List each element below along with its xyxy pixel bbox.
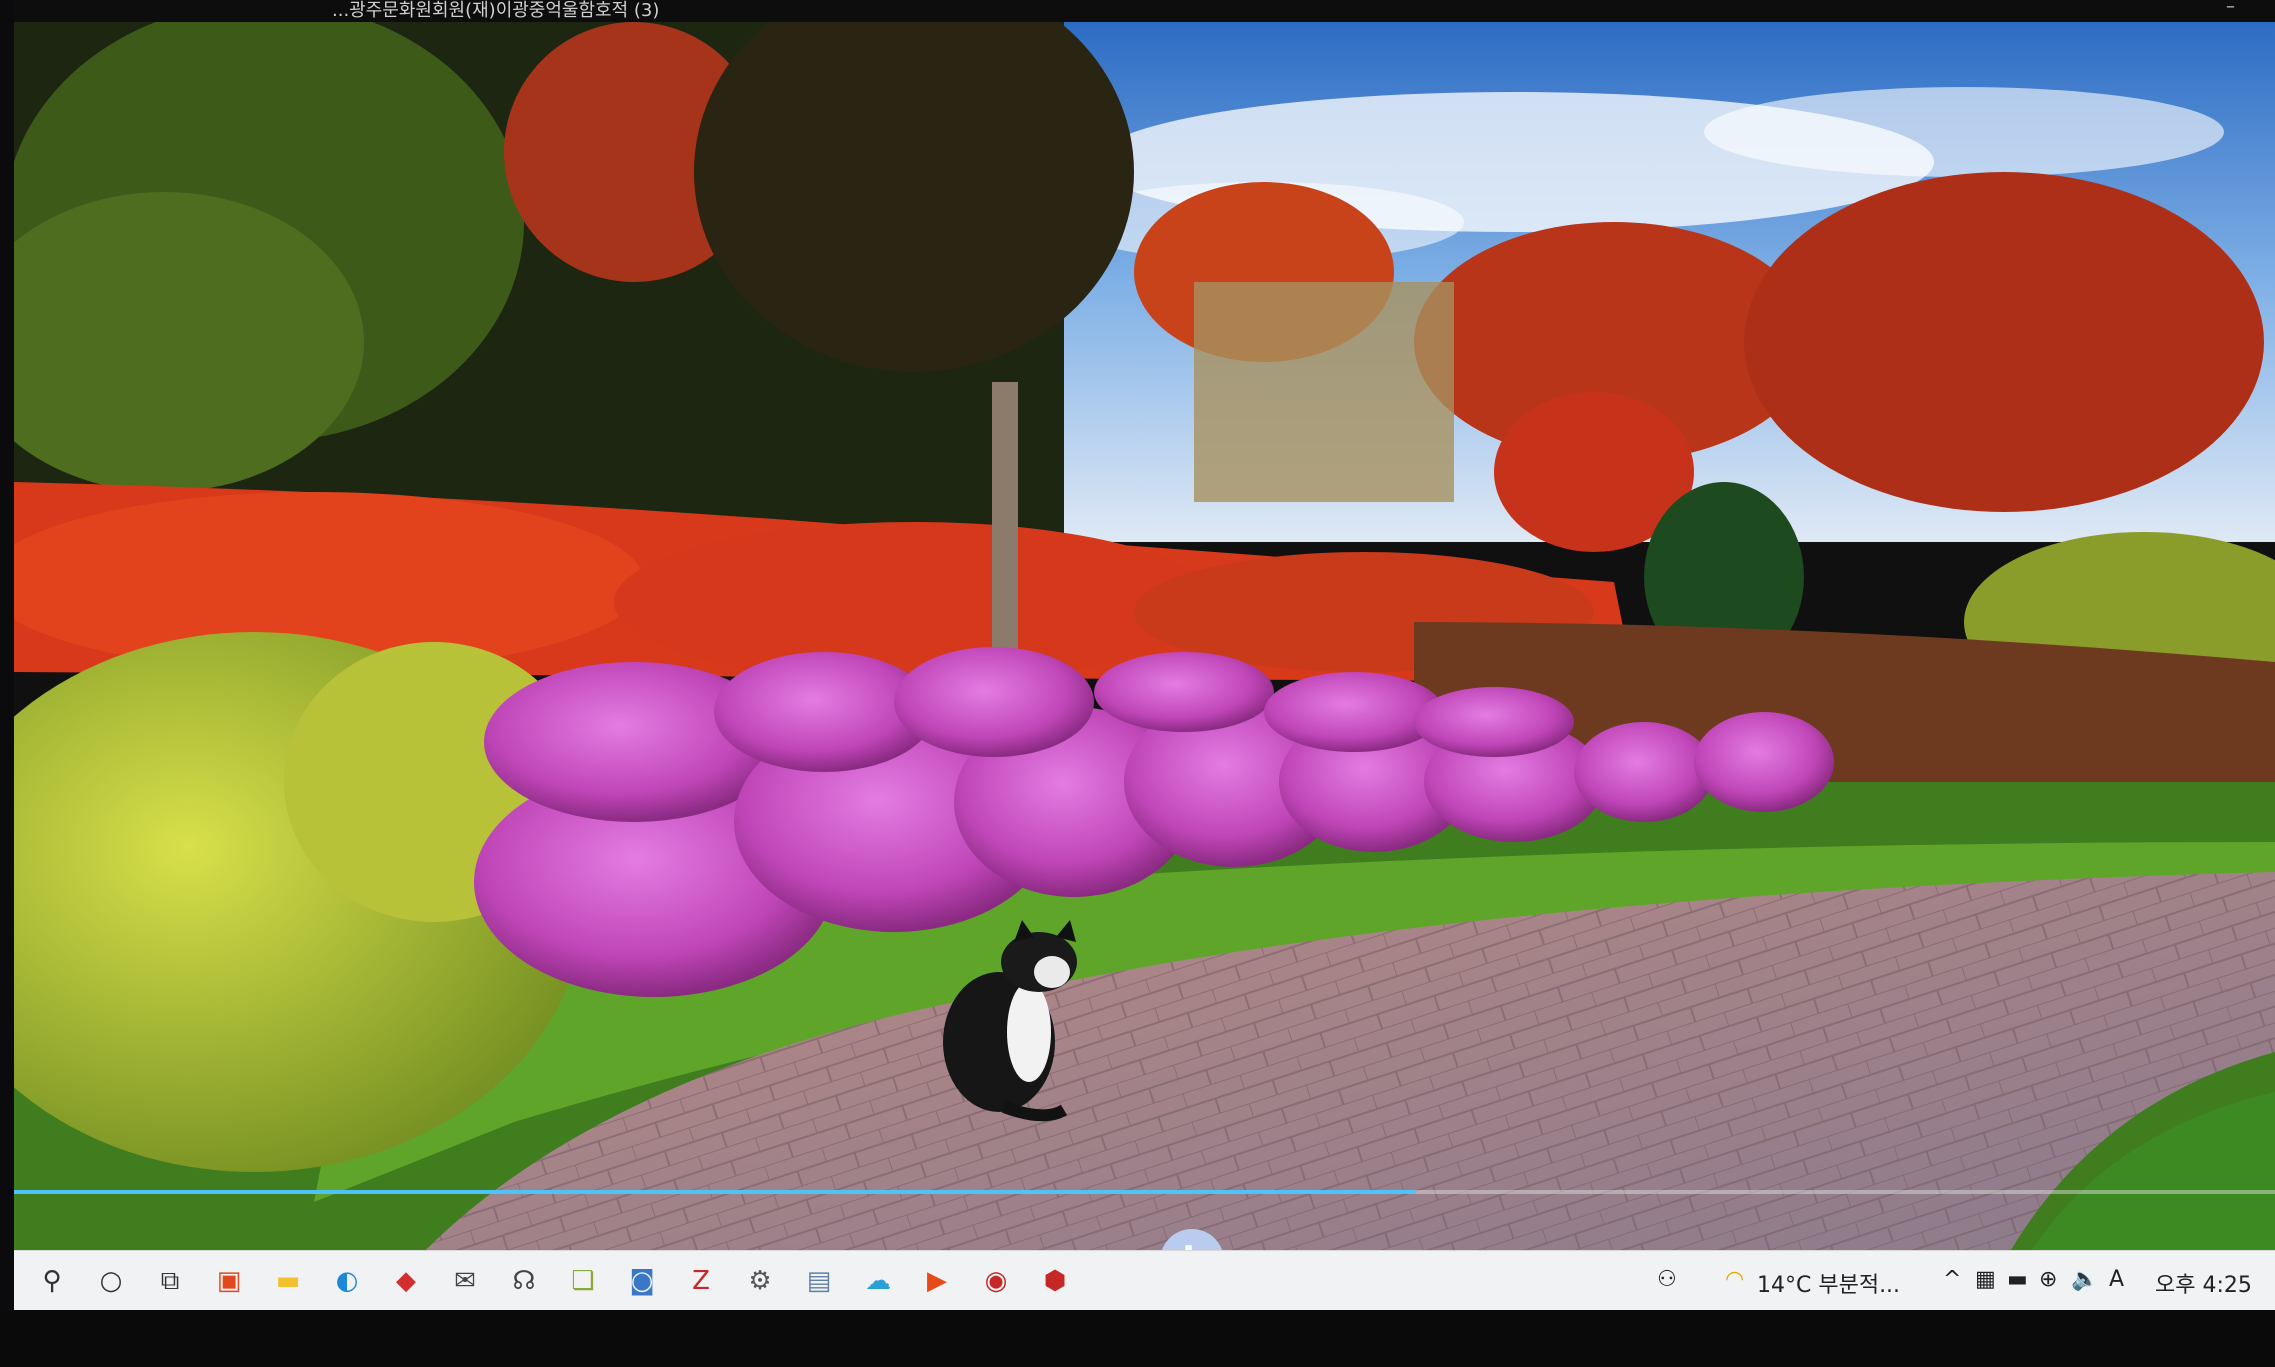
- tree-canopy-red: [1744, 172, 2264, 512]
- shield-app-icon[interactable]: ◆: [386, 1261, 426, 1301]
- pink-mum-bush: [1264, 672, 1444, 752]
- monitor-screen: ...광주문화원회원(재)이광중억울함호적 (3) – ⚲ ○ ⧉ ▣ ▬ ◐ …: [14, 0, 2275, 1310]
- red-flowers: [614, 522, 1214, 682]
- pink-mum-bush: [894, 647, 1094, 757]
- filezilla-icon[interactable]: Z: [681, 1261, 721, 1301]
- video-frame[interactable]: [14, 22, 2275, 1262]
- pink-mum-bush: [1414, 687, 1574, 757]
- cortana-icon[interactable]: ○: [91, 1261, 131, 1301]
- settings-app-icon[interactable]: ⚙: [740, 1261, 780, 1301]
- monitor-bezel-bottom: [0, 1310, 2275, 1367]
- cat-chest: [1007, 982, 1051, 1082]
- cloud-app-icon[interactable]: ☁: [858, 1261, 898, 1301]
- window-title: ...광주문화원회원(재)이광중억울함호적 (3): [332, 0, 660, 21]
- windows-taskbar: ⚲ ○ ⧉ ▣ ▬ ◐ ◆ ✉ ☊ ❏ ◙ Z ⚙ ▤ ☁ ▶ ◉ ⬢ ⚇ ◠ 14°C 부분적... ^ ▦ ▬…: [14, 1250, 2275, 1310]
- pink-mum-bush: [1094, 652, 1274, 732]
- tree-trunk: [992, 382, 1018, 662]
- weather-status[interactable]: 14°C 부분적...: [1757, 1267, 1900, 1299]
- file-explorer-icon[interactable]: ▬: [268, 1261, 308, 1301]
- system-tray: ⚇ ◠ 14°C 부분적... ^ ▦ ▬ ⊕ 🔈 A 오후 4:25: [1635, 1251, 2275, 1310]
- weather-icon[interactable]: ◠: [1725, 1267, 1744, 1292]
- edge-icon[interactable]: ◐: [327, 1261, 367, 1301]
- task-view-icon[interactable]: ⧉: [150, 1261, 190, 1301]
- office-icon[interactable]: ▣: [209, 1261, 249, 1301]
- people-icon[interactable]: ⚇: [1657, 1267, 1677, 1292]
- cloud: [1704, 87, 2224, 177]
- pink-mum-bush: [1694, 712, 1834, 812]
- screen-app-icon[interactable]: ▤: [799, 1261, 839, 1301]
- minimize-button[interactable]: –: [2226, 0, 2235, 18]
- network-app-icon[interactable]: ◙: [622, 1261, 662, 1301]
- acrobat-icon[interactable]: ◉: [976, 1261, 1016, 1301]
- chevron-up-icon[interactable]: ^: [1943, 1267, 1961, 1292]
- video-seek-bar[interactable]: [14, 1190, 2275, 1194]
- volume-icon[interactable]: 🔈: [2071, 1267, 2098, 1292]
- search-icon[interactable]: ⚲: [32, 1261, 72, 1301]
- network-icon[interactable]: ⊕: [2039, 1267, 2057, 1292]
- ime-indicator[interactable]: A: [2109, 1267, 2124, 1292]
- mail-icon[interactable]: ✉: [445, 1261, 485, 1301]
- remote-help-icon[interactable]: ☊: [504, 1261, 544, 1301]
- battery-icon[interactable]: ▬: [2007, 1267, 2028, 1292]
- clock[interactable]: 오후 4:25: [2155, 1267, 2252, 1299]
- wifi-icon[interactable]: ▦: [1975, 1267, 1996, 1292]
- photos-app-icon[interactable]: ❏: [563, 1261, 603, 1301]
- security-app-icon[interactable]: ⬢: [1035, 1261, 1075, 1301]
- cat-face-white: [1034, 956, 1070, 988]
- pampas-grass: [1194, 282, 1454, 502]
- pink-mum-bush: [1574, 722, 1714, 822]
- media-player-icon[interactable]: ▶: [917, 1261, 957, 1301]
- video-seek-progress: [14, 1190, 1416, 1194]
